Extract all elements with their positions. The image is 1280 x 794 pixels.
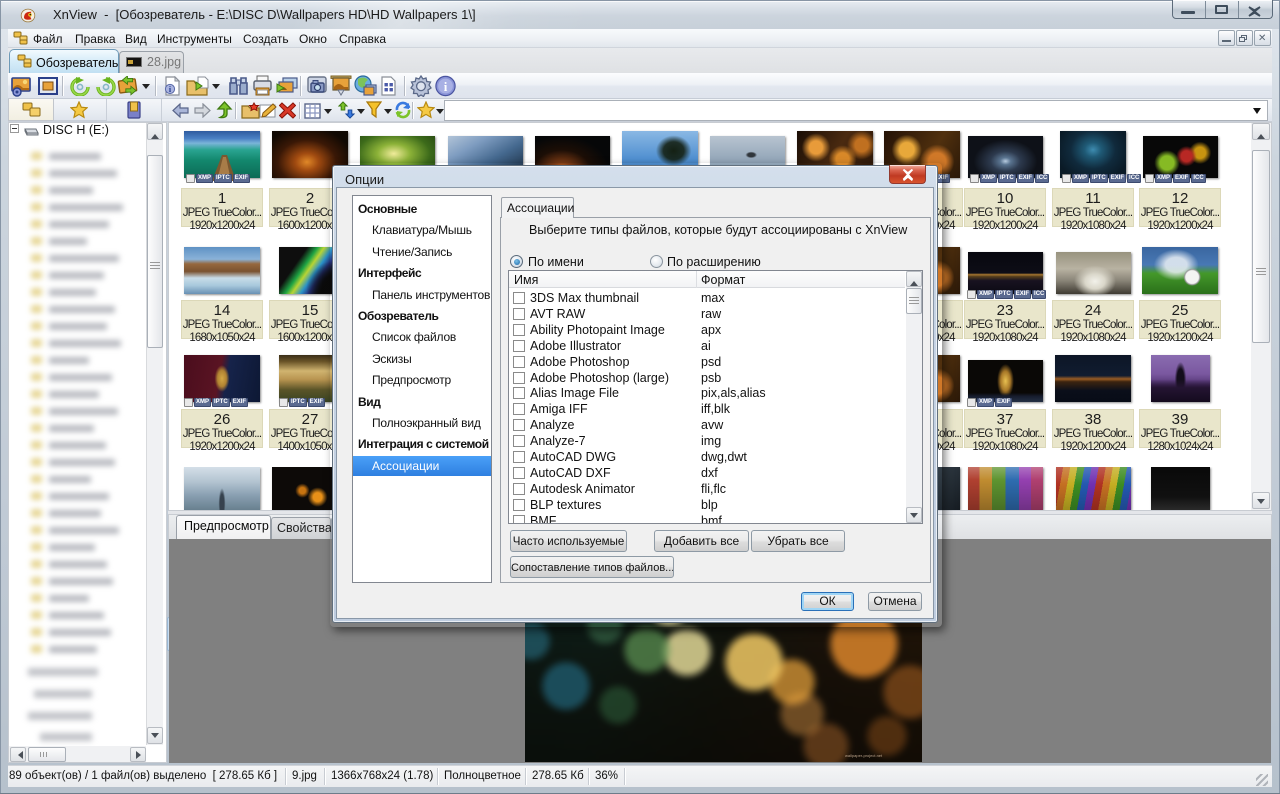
svg-text:i: i bbox=[444, 79, 448, 94]
